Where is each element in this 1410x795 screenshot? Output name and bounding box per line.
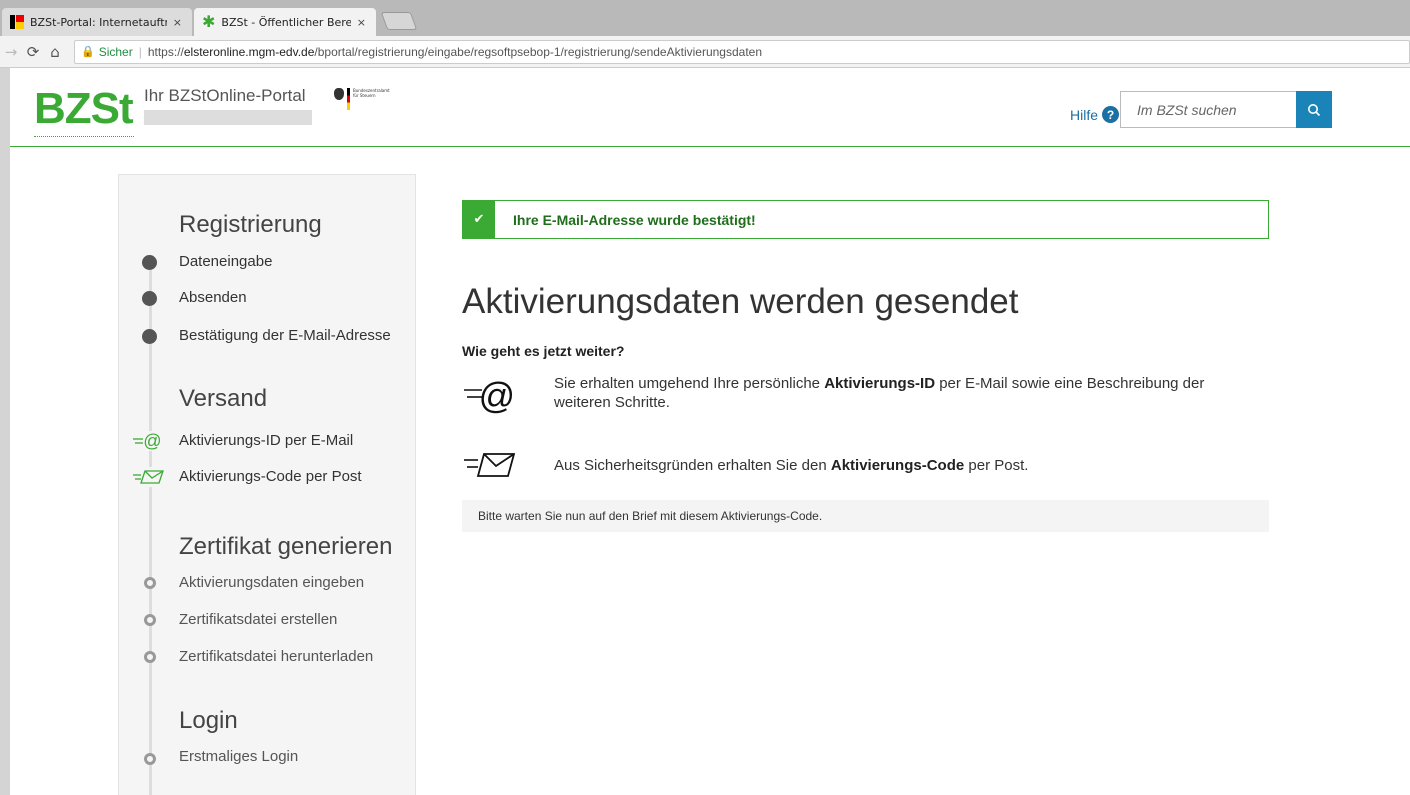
- svg-text:@: @: [143, 431, 161, 451]
- email-at-icon: @: [464, 375, 515, 414]
- divider: |: [138, 44, 142, 59]
- help-label: Hilfe: [1070, 106, 1099, 123]
- bzst-favicon-icon: [10, 15, 24, 29]
- portal-title: Ihr BZStOnline-Portal: [144, 86, 306, 105]
- close-icon[interactable]: ×: [357, 16, 366, 29]
- browser-address-bar: → ⟳ ⌂ 🔒 Sicher | https://elsteronline.mg…: [0, 36, 1410, 68]
- step-erstmaliges-login: Erstmaliges Login: [179, 748, 299, 765]
- checkmark-icon: ✔: [463, 201, 495, 238]
- step-done-dot: [142, 329, 157, 344]
- progress-sidebar: Registrierung Dateneingabe Absenden Best…: [118, 174, 416, 795]
- section-title-login: Login: [179, 707, 238, 734]
- search-box: [1120, 91, 1332, 128]
- url-input[interactable]: 🔒 Sicher | https://elsteronline.mgm-edv.…: [74, 39, 1410, 64]
- lock-icon: 🔒: [81, 46, 95, 58]
- svg-text:@: @: [478, 375, 515, 414]
- bund-text: Bundeszentralamt für Steuern: [353, 88, 390, 98]
- tab-label: BZSt-Portal: Internetaufträ: [30, 15, 167, 29]
- new-tab-button[interactable]: [380, 12, 418, 30]
- step-aktivierungsdaten-eingeben: Aktivierungsdaten eingeben: [179, 574, 365, 591]
- page-subtitle: Wie geht es jetzt weiter?: [462, 343, 625, 359]
- search-button[interactable]: [1296, 91, 1332, 128]
- question-icon: ?: [1102, 106, 1120, 123]
- close-icon[interactable]: ×: [173, 16, 182, 29]
- email-info-row: @ Sie erhalten umgehend Ihre persönliche…: [462, 374, 1262, 414]
- step-dateneingabe: Dateneingabe: [179, 253, 273, 270]
- secure-label: Sicher: [98, 44, 133, 59]
- logo-underline: [34, 136, 134, 137]
- email-at-icon: @: [131, 431, 169, 451]
- flag-icon: [347, 88, 350, 110]
- step-aktivierungs-id: Aktivierungs-ID per E-Mail: [179, 432, 354, 449]
- step-zertifikatsdatei-erstellen: Zertifikatsdatei erstellen: [179, 611, 338, 628]
- page-edge: [0, 68, 10, 795]
- post-info-row: Aus Sicherheitsgründen erhalten Sie den …: [462, 448, 1262, 488]
- envelope-icon: [464, 453, 516, 477]
- site-header: BZSt Ihr BZStOnline-Portal Bundeszentral…: [0, 68, 1410, 147]
- star-favicon-icon: ✱: [202, 12, 216, 31]
- envelope-icon: [131, 467, 169, 487]
- bund-logo: Bundeszentralamt für Steuern: [334, 88, 390, 110]
- tab-label: BZSt - Öffentlicher Bereich: [221, 15, 351, 29]
- portal-user-placeholder: [144, 110, 312, 125]
- alert-message: Ihre E-Mail-Adresse wurde bestätigt!: [513, 211, 756, 228]
- back-arrow-icon[interactable]: →: [0, 43, 22, 61]
- post-info-text: Aus Sicherheitsgründen erhalten Sie den …: [554, 457, 1029, 474]
- notice-box: Bitte warten Sie nun auf den Brief mit d…: [462, 500, 1269, 532]
- section-title-registrierung: Registrierung: [179, 211, 322, 238]
- browser-tab-bar: BZSt-Portal: Internetaufträ × ✱ BZSt - Ö…: [0, 0, 1410, 36]
- eagle-icon: [334, 88, 344, 100]
- success-alert: ✔ Ihre E-Mail-Adresse wurde bestätigt!: [462, 200, 1269, 239]
- email-info-text: Sie erhalten umgehend Ihre persönliche A…: [554, 375, 1205, 411]
- step-done-dot: [142, 291, 157, 306]
- browser-tab-public-area[interactable]: ✱ BZSt - Öffentlicher Bereich ×: [194, 8, 376, 36]
- home-icon[interactable]: ⌂: [44, 43, 66, 61]
- help-link[interactable]: Hilfe ?: [1070, 106, 1120, 123]
- bzst-logo[interactable]: BZSt: [34, 84, 134, 134]
- step-pending-ring: [144, 651, 156, 663]
- search-icon: [1308, 103, 1321, 116]
- browser-tab-portal[interactable]: BZSt-Portal: Internetaufträ ×: [2, 8, 192, 36]
- page-title: Aktivierungsdaten werden gesendet: [462, 282, 1019, 321]
- step-pending-ring: [144, 577, 156, 589]
- step-pending-ring: [144, 614, 156, 626]
- step-aktivierungs-code: Aktivierungs-Code per Post: [179, 468, 362, 485]
- section-title-versand: Versand: [179, 385, 268, 412]
- search-input[interactable]: [1120, 91, 1296, 128]
- step-pending-ring: [144, 753, 156, 765]
- step-zertifikatsdatei-herunterladen: Zertifikatsdatei herunterladen: [179, 648, 374, 665]
- section-title-zertifikat: Zertifikat generieren: [179, 533, 393, 560]
- reload-icon[interactable]: ⟳: [22, 43, 44, 61]
- step-done-dot: [142, 255, 157, 270]
- step-email-bestaetigung: Bestätigung der E-Mail-Adresse: [179, 327, 391, 344]
- url-text: https://elsteronline.mgm-edv.de/bportal/…: [147, 44, 762, 59]
- step-absenden: Absenden: [179, 289, 247, 306]
